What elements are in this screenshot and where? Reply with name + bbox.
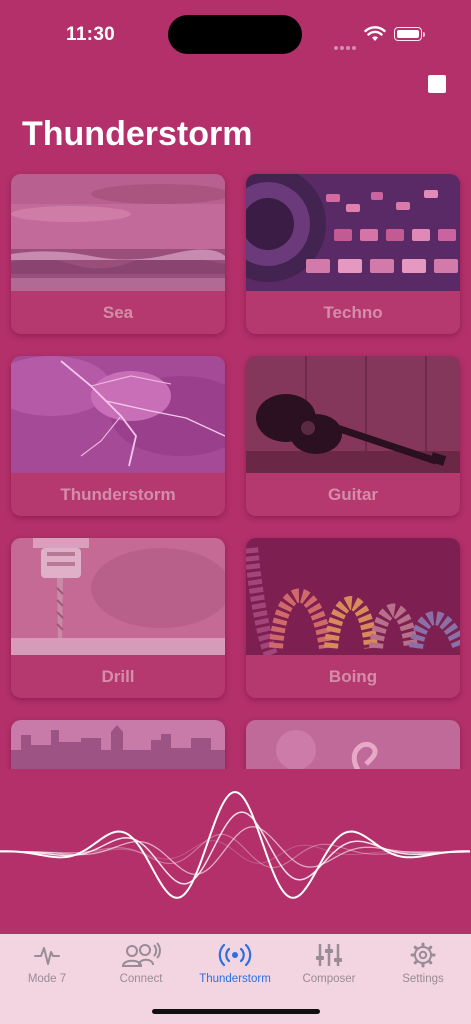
- waveform-icon: [34, 947, 60, 965]
- page-title: Thunderstorm: [22, 115, 253, 153]
- sound-card-label: Drill: [101, 667, 135, 686]
- techno-image: [246, 174, 460, 291]
- cellular-signal-icon: [334, 37, 358, 55]
- battery-icon: [394, 27, 425, 41]
- sound-card-city[interactable]: [11, 720, 225, 769]
- tab-label: Thunderstorm: [199, 973, 271, 985]
- gear-icon: [410, 942, 436, 968]
- tab-thunderstorm[interactable]: Thunderstorm: [188, 934, 282, 994]
- tab-settings[interactable]: Settings: [376, 934, 470, 994]
- sound-card-label: Techno: [323, 303, 383, 322]
- dynamic-island: [168, 15, 302, 54]
- lightning-image: [11, 356, 225, 473]
- city-image: [11, 720, 225, 769]
- sound-card-thunderstorm[interactable]: Thunderstorm: [11, 356, 225, 516]
- tab-label: Settings: [402, 973, 444, 985]
- tab-label: Composer: [302, 973, 356, 985]
- drill-image: [11, 538, 225, 655]
- sliders-icon: [316, 944, 342, 966]
- tab-composer[interactable]: Composer: [282, 934, 376, 994]
- flamingo-image: [246, 720, 460, 769]
- wifi-icon: [364, 26, 386, 41]
- sound-card-sea[interactable]: Sea: [11, 174, 225, 334]
- broadcast-icon: [218, 943, 252, 967]
- audio-waveform: [0, 791, 471, 899]
- tab-mode-7[interactable]: Mode 7: [0, 934, 94, 994]
- status-time: 11:30: [66, 24, 116, 45]
- sound-grid[interactable]: Sea Techno Thunderstorm Guitar Drill Boi…: [0, 168, 471, 769]
- sound-card-label: Guitar: [327, 485, 379, 504]
- stop-button[interactable]: [428, 75, 446, 93]
- sound-card-techno[interactable]: Techno: [246, 174, 460, 334]
- sound-card-guitar[interactable]: Guitar: [246, 356, 460, 516]
- sea-image: [11, 174, 225, 291]
- tab-label: Connect: [119, 973, 163, 985]
- tab-connect[interactable]: Connect: [94, 934, 188, 994]
- slinky-image: [246, 538, 460, 655]
- home-indicator: [152, 1009, 320, 1014]
- guitar-image: [246, 356, 460, 473]
- people-broadcast-icon: [121, 942, 161, 967]
- sound-card-label: Boing: [328, 667, 378, 686]
- tab-label: Mode 7: [27, 973, 67, 985]
- sound-card-flamingo[interactable]: [246, 720, 460, 769]
- sound-card-boing[interactable]: Boing: [246, 538, 460, 698]
- sound-card-drill[interactable]: Drill: [11, 538, 225, 698]
- sound-card-label: Sea: [102, 303, 134, 322]
- status-bar: 11:30: [0, 0, 471, 70]
- sound-card-label: Thunderstorm: [60, 485, 176, 504]
